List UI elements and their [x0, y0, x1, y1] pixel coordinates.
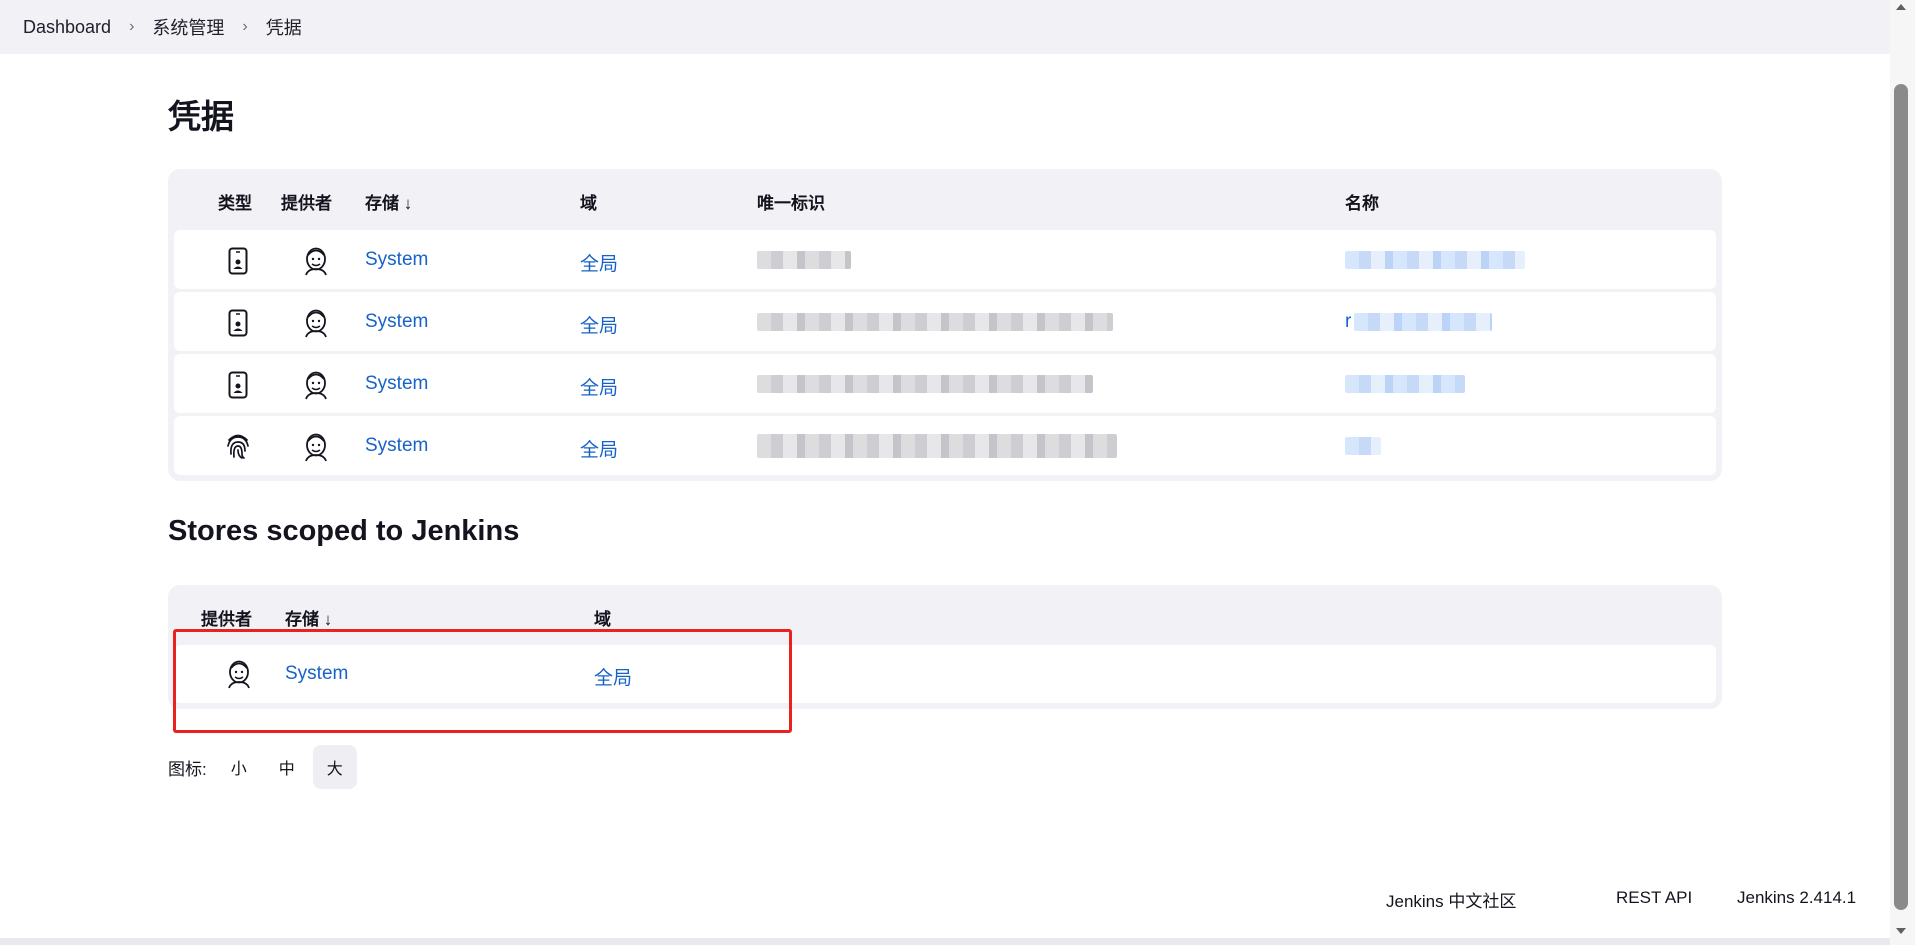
header-domain: 域 — [594, 610, 611, 629]
domain-link[interactable]: 全局 — [580, 249, 618, 276]
mobile-id-icon — [228, 247, 248, 275]
fingerprint-icon — [227, 434, 249, 459]
header-store[interactable]: 存储 ↓ — [365, 189, 412, 214]
breadcrumb-dashboard[interactable]: Dashboard — [23, 17, 111, 38]
redacted-name-link[interactable] — [1354, 313, 1492, 331]
jenkins-icon — [305, 371, 327, 400]
redacted-id — [757, 251, 851, 269]
header-provider: 提供者 — [201, 610, 252, 629]
redacted-name-link[interactable] — [1345, 375, 1465, 393]
icon-size-selector: 图标: 小 中 大 — [168, 745, 357, 789]
redacted-id — [757, 434, 1117, 458]
header-name: 名称 — [1345, 194, 1379, 213]
mobile-id-icon — [228, 371, 248, 399]
credentials-table: 类型 提供者 存储 ↓ 域 唯一标识 名称 System 全局 System 全… — [168, 169, 1722, 481]
chevron-right-icon: › — [129, 18, 135, 35]
stores-section-title: Stores scoped to Jenkins — [168, 515, 520, 547]
table-row: System 全局 — [174, 230, 1716, 289]
icon-size-medium[interactable]: 中 — [265, 745, 309, 789]
header-store[interactable]: 存储 ↓ — [285, 605, 332, 630]
icon-size-small[interactable]: 小 — [217, 745, 261, 789]
redacted-id — [757, 313, 1113, 331]
breadcrumb-manage[interactable]: 系统管理 — [152, 14, 224, 40]
page-title: 凭据 — [168, 98, 234, 135]
store-link[interactable]: System — [365, 435, 428, 457]
redacted-name-link[interactable] — [1345, 437, 1381, 455]
header-type: 类型 — [218, 194, 252, 213]
domain-link[interactable]: 全局 — [580, 373, 618, 400]
icon-size-large[interactable]: 大 — [312, 745, 357, 789]
icon-size-label: 图标: — [168, 759, 207, 779]
name-prefix[interactable]: r — [1345, 311, 1351, 333]
window-bottom-edge — [0, 938, 1890, 945]
table-row: System 全局 r — [174, 292, 1716, 351]
scroll-up-icon[interactable] — [1896, 4, 1906, 10]
table-row: System 全局 — [174, 416, 1716, 475]
scroll-down-icon[interactable] — [1896, 928, 1906, 934]
breadcrumb: Dashboard › 系统管理 › 凭据 — [0, 0, 1890, 54]
footer-version[interactable]: Jenkins 2.414.1 — [1737, 888, 1856, 908]
jenkins-icon — [305, 309, 327, 338]
store-link[interactable]: System — [365, 311, 428, 333]
footer-rest-api-link[interactable]: REST API — [1616, 888, 1692, 908]
breadcrumb-credentials[interactable]: 凭据 — [266, 14, 302, 40]
store-link[interactable]: System — [365, 373, 428, 395]
domain-link[interactable]: 全局 — [580, 435, 618, 462]
store-link[interactable]: System — [365, 249, 428, 271]
footer-community-link[interactable]: Jenkins 中文社区 — [1386, 887, 1516, 912]
scrollbar-thumb[interactable] — [1894, 84, 1908, 910]
header-id: 唯一标识 — [757, 194, 825, 213]
jenkins-icon — [305, 433, 327, 462]
jenkins-icon — [305, 247, 327, 276]
mobile-id-icon — [228, 309, 248, 337]
header-provider: 提供者 — [281, 194, 332, 213]
domain-link[interactable]: 全局 — [580, 311, 618, 338]
redacted-id — [757, 375, 1093, 393]
redacted-name-link[interactable] — [1345, 251, 1525, 269]
header-domain: 域 — [580, 194, 597, 213]
highlight-annotation-box — [173, 629, 792, 733]
table-row: System 全局 — [174, 354, 1716, 413]
chevron-right-icon: › — [242, 18, 248, 35]
